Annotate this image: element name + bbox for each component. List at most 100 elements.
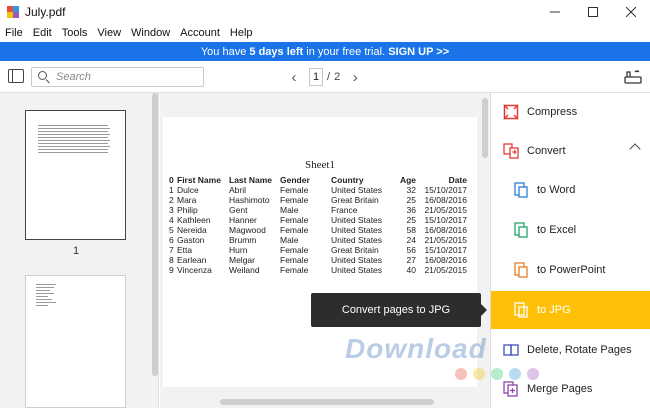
menu-window[interactable]: Window (126, 27, 175, 39)
menu-account[interactable]: Account (175, 27, 225, 39)
table-cell: 56 (406, 245, 416, 255)
table-cell: 36 (406, 205, 416, 215)
banner-days-left: 5 days left (249, 45, 304, 58)
watermark-dot (509, 368, 521, 380)
minimize-icon (550, 11, 560, 13)
menu-file[interactable]: File (0, 27, 28, 39)
compress-icon (503, 103, 519, 121)
table-row: 9 Vincenza Weiland Female United States 40 21/… (169, 265, 467, 275)
table-cell: 21/05/2015 (424, 205, 467, 215)
table-cell: United States (331, 225, 383, 235)
table-cell: Male (280, 235, 299, 245)
tool-to-jpg[interactable]: to JPG (491, 291, 650, 329)
thumbnail-page-1[interactable] (25, 110, 126, 240)
table-cell: United States (331, 255, 383, 265)
table-cell: 16/08/2016 (424, 195, 467, 205)
thumbnail-page-number: 1 (72, 245, 80, 257)
prev-page-icon[interactable]: ‹ (285, 69, 303, 86)
tool-label: to Word (537, 184, 576, 196)
table-cell: United States (331, 235, 383, 245)
menu-edit[interactable]: Edit (28, 27, 57, 39)
header-cell: First Name (177, 175, 221, 185)
menu-tools[interactable]: Tools (57, 27, 93, 39)
window-title: July.pdf (25, 5, 66, 19)
tool-to-excel[interactable]: to Excel (491, 211, 650, 249)
sidebar-toggle-icon[interactable] (8, 69, 24, 83)
minimize-button[interactable] (536, 0, 574, 24)
tool-convert[interactable]: Convert (491, 132, 650, 170)
table-cell: Female (280, 255, 309, 265)
search-input[interactable] (56, 71, 196, 83)
current-page-input[interactable]: 1 (309, 68, 323, 86)
tool-label: Compress (527, 106, 578, 118)
table-cell: 32 (406, 185, 416, 195)
table-cell: 5 (169, 225, 174, 235)
menu-view[interactable]: View (92, 27, 126, 39)
tool-label: to JPG (537, 304, 571, 316)
table-cell: 8 (169, 255, 174, 265)
tool-to-powerpoint[interactable]: to PowerPoint (491, 251, 650, 289)
thumbnail-scrollbar[interactable] (152, 93, 158, 376)
next-page-icon[interactable]: › (346, 69, 364, 86)
table-cell: 21/05/2015 (424, 265, 467, 275)
document-horizontal-scrollbar[interactable] (220, 399, 434, 405)
table-cell: United States (331, 215, 383, 225)
sign-up-link[interactable]: SIGN UP >> (388, 46, 449, 58)
header-cell: Last Name (229, 175, 272, 185)
document-vertical-scrollbar[interactable] (482, 98, 488, 158)
thumbnail-pane: 1 (0, 93, 159, 408)
search-box[interactable] (31, 67, 204, 87)
watermark-dot (455, 368, 467, 380)
table-cell: Hurn (229, 245, 248, 255)
table-cell: Great Britain (331, 195, 379, 205)
maximize-button[interactable] (574, 0, 612, 24)
jpg-icon (513, 301, 529, 319)
table-cell: 1 (169, 185, 174, 195)
thumbnail-content (38, 125, 110, 155)
tool-compress[interactable]: Compress (491, 93, 650, 131)
table-cell: 15/10/2017 (424, 215, 467, 225)
table-cell: Male (280, 205, 299, 215)
table-cell: Philip (177, 205, 198, 215)
table-cell: Female (280, 225, 309, 235)
table-cell: Gent (229, 205, 248, 215)
table-cell: United States (331, 265, 383, 275)
watermark-dot (473, 368, 485, 380)
toolbar: ‹ 1 / 2 › (0, 61, 650, 93)
table-cell: Earlean (177, 255, 207, 265)
table-row: 5 Nereida Magwood Female United States 58 16/0… (169, 225, 467, 235)
tool-label: Merge Pages (527, 383, 593, 395)
table-cell: 25 (406, 195, 416, 205)
table-cell: Gaston (177, 235, 205, 245)
tools-panel: Compress Convert to Word to Excel to PowerPo… (490, 93, 650, 408)
table-cell: United States (331, 185, 383, 195)
table-cell: 40 (406, 265, 416, 275)
table-cell: Etta (177, 245, 193, 255)
chevron-up-icon[interactable] (629, 143, 641, 155)
table-cell: Nereida (177, 225, 207, 235)
sheet-table: 0 First Name Last Name Gender Country Ag… (169, 175, 467, 275)
thumbnail-page-2[interactable] (25, 275, 126, 408)
app-logo-icon (7, 6, 19, 18)
table-cell: 3 (169, 205, 174, 215)
menu-help[interactable]: Help (225, 27, 258, 39)
tool-delete-rotate[interactable]: Delete, Rotate Pages (491, 331, 650, 369)
table-cell: 15/10/2017 (424, 245, 467, 255)
table-cell: 7 (169, 245, 174, 255)
watermark-dots (455, 368, 539, 380)
table-cell: Hashimoto (229, 195, 270, 205)
tool-to-word[interactable]: to Word (491, 171, 650, 209)
tool-label: to Excel (537, 224, 577, 236)
table-cell: Brumm (229, 235, 257, 245)
table-cell: Melgar (229, 255, 255, 265)
close-button[interactable] (612, 0, 650, 24)
menu-bar: File Edit Tools View Window Account Help (0, 24, 650, 42)
sign-tool-icon[interactable] (624, 69, 642, 85)
banner-prefix: You have (200, 45, 250, 58)
merge-icon (503, 380, 519, 398)
maximize-icon (588, 7, 598, 17)
table-row: 2 Mara Hashimoto Female Great Britain 25 16/08… (169, 195, 467, 205)
table-cell: Great Britain (331, 245, 379, 255)
table-cell: Abril (229, 185, 247, 195)
watermark-dot (491, 368, 503, 380)
